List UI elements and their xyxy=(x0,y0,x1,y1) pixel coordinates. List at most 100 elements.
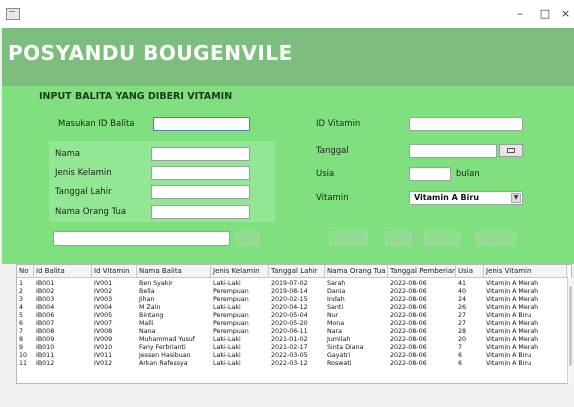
table-cell: 2022-08-06 xyxy=(390,360,427,367)
table-cell: Vitamin A Biru xyxy=(486,360,532,367)
column-header[interactable]: Nama Orang Tua xyxy=(325,265,388,278)
table-scrollbar[interactable] xyxy=(567,278,573,384)
chevron-down-icon: ▼ xyxy=(511,193,521,203)
table-cell: 2022-08-06 xyxy=(390,296,427,303)
window-titlebar xyxy=(0,0,574,28)
table-cell: Vitamin A Merah xyxy=(486,296,539,303)
table-cell: 2022-03-12 xyxy=(271,360,308,367)
table-cell: Nur xyxy=(327,312,339,319)
table-cell: Vitamin A Merah xyxy=(486,344,539,351)
table-cell: Fany Ferbrianti xyxy=(139,344,186,351)
table-cell: Malli xyxy=(139,320,154,327)
table-cell: 24 xyxy=(458,296,467,303)
table-cell: Ben Syakir xyxy=(139,280,173,287)
column-header[interactable]: Jenis Kelamin xyxy=(211,265,269,278)
table-cell: 5 xyxy=(19,312,24,319)
table-cell: 3 xyxy=(19,296,24,303)
table-cell: Vitamin A Merah xyxy=(486,304,539,311)
column-header[interactable]: Id Balita xyxy=(34,265,92,278)
table-cell: 2020-04-12 xyxy=(271,304,308,311)
table-cell: Laki-Laki xyxy=(213,352,241,359)
usia-field[interactable] xyxy=(409,167,451,181)
edit-button[interactable]: EDIT xyxy=(385,231,411,246)
column-header[interactable]: Tanggal Pemberian xyxy=(388,265,456,278)
table-cell: 40 xyxy=(458,288,467,295)
table-cell: 7 xyxy=(19,328,24,335)
table-cell: IB011 xyxy=(36,352,55,359)
table-cell: IB004 xyxy=(36,304,55,311)
search-input[interactable] xyxy=(53,231,230,246)
column-header[interactable]: Id Vitamin xyxy=(92,265,137,278)
table-cell: Nara xyxy=(327,328,343,335)
hapus-button[interactable]: HAPUS xyxy=(424,231,460,246)
table-cell: 27 xyxy=(458,320,467,327)
table-cell: 6 xyxy=(458,352,463,359)
close-button[interactable]: × xyxy=(557,6,574,22)
table-cell: 2022-08-06 xyxy=(390,336,427,343)
id-vitamin-field[interactable] xyxy=(409,117,523,131)
tanggal-field[interactable] xyxy=(409,144,497,158)
table-cell: 6 xyxy=(19,320,24,327)
column-header[interactable]: Jenis Vitamin xyxy=(484,265,567,278)
tanggal-lahir-label: Tanggal Lahir xyxy=(55,187,112,197)
vitamin-label: Vitamin xyxy=(316,193,349,203)
table-cell: 20 xyxy=(458,336,467,343)
table-cell: 1 xyxy=(19,280,24,287)
nama-field[interactable] xyxy=(151,147,250,161)
table-cell: 2019-08-14 xyxy=(271,288,308,295)
column-header[interactable]: No xyxy=(17,265,34,278)
table-cell: 4 xyxy=(19,304,24,311)
table-cell: 2022-03-05 xyxy=(271,352,308,359)
table-cell: Laki-Laki xyxy=(213,336,241,343)
column-header[interactable]: Nama Balita xyxy=(137,265,211,278)
table-cell: 2021-01-02 xyxy=(271,336,308,343)
minimize-button[interactable]: – xyxy=(508,6,532,22)
keluar-button[interactable]: KELUAR xyxy=(476,231,516,246)
simpan-button[interactable]: SIMPAN xyxy=(329,231,368,246)
table-cell: IV003 xyxy=(94,296,113,303)
nama-orang-tua-label: Nama Orang Tua xyxy=(55,207,127,217)
table-cell: Sarah xyxy=(327,280,346,287)
table-cell: Laki-Laki xyxy=(213,280,241,287)
table-cell: 2020-06-11 xyxy=(271,328,308,335)
table-cell: Laki-Laki xyxy=(213,344,241,351)
table-cell: IV010 xyxy=(94,344,113,351)
table-cell: IV007 xyxy=(94,320,113,327)
table-cell: IB001 xyxy=(36,280,55,287)
table-cell: IB010 xyxy=(36,344,55,351)
jenis-kelamin-field[interactable] xyxy=(151,166,250,180)
table-cell: Perempuan xyxy=(213,312,249,319)
column-header[interactable]: Tanggal Lahir xyxy=(269,265,325,278)
scrollbar-thumb[interactable] xyxy=(569,286,572,366)
table-cell: Bella xyxy=(139,288,155,295)
table-cell: 2020-05-20 xyxy=(271,320,308,327)
table-cell: 2022-08-06 xyxy=(390,312,427,319)
table-cell: Vitamin A Merah xyxy=(486,328,539,335)
maximize-button[interactable]: □ xyxy=(533,6,557,22)
table-cell: Muhammad Yusuf xyxy=(139,336,196,343)
table-cell: 2022-08-06 xyxy=(390,288,427,295)
table-cell: Vitamin A Merah xyxy=(486,288,539,295)
id-balita-input[interactable] xyxy=(153,117,250,131)
table-cell: IB012 xyxy=(36,360,55,367)
vitamin-select-value: Vitamin A Biru xyxy=(414,193,480,202)
tanggal-lahir-field[interactable] xyxy=(151,185,250,199)
table-cell: Vitamin A Merah xyxy=(486,280,539,287)
column-header[interactable]: Usia xyxy=(456,265,484,278)
table-cell: IV004 xyxy=(94,304,113,311)
table-cell: Dania xyxy=(327,288,346,295)
vitamin-select[interactable]: Vitamin A Biru ▼ xyxy=(409,191,523,205)
calendar-icon xyxy=(507,148,515,153)
table-cell: Roswati xyxy=(327,360,352,367)
table-cell: 2021-02-17 xyxy=(271,344,308,351)
date-picker-button[interactable] xyxy=(499,144,523,157)
usia-unit-label: bulan xyxy=(456,169,480,179)
nama-orang-tua-field[interactable] xyxy=(151,205,250,219)
table-cell: IB009 xyxy=(36,336,55,343)
table-cell: 2 xyxy=(19,288,24,295)
cari-button[interactable]: CARI xyxy=(235,231,259,246)
id-balita-label: Masukan ID Balita xyxy=(58,119,135,129)
table-cell: 2022-08-06 xyxy=(390,304,427,311)
table-cell: 8 xyxy=(19,336,24,343)
table-cell: 2020-02-15 xyxy=(271,296,308,303)
